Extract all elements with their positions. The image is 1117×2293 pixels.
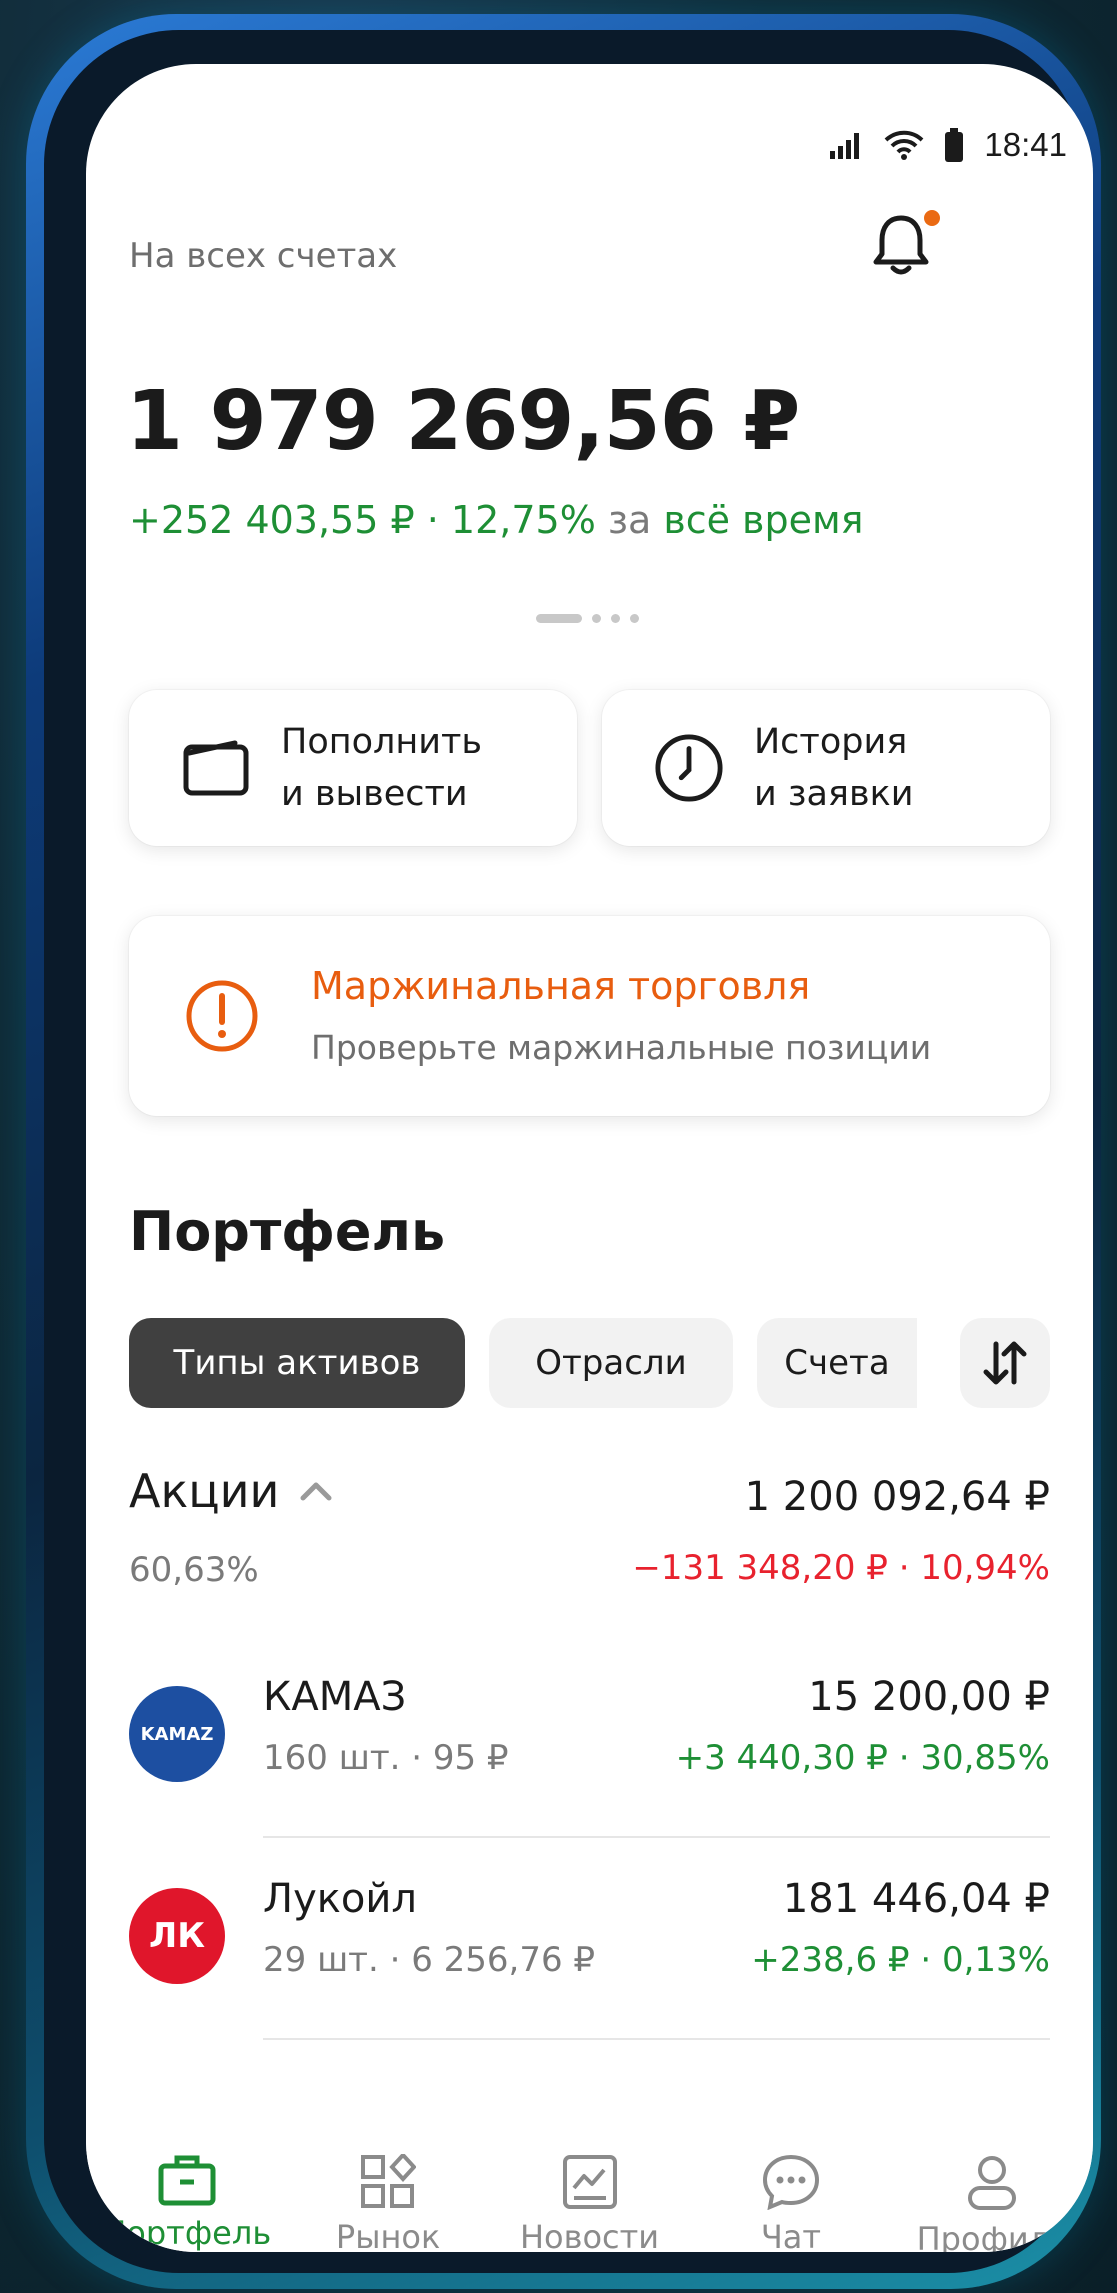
portfolio-filter-chips: Типы активов Отрасли Счета [129, 1318, 917, 1408]
grid-icon [357, 2154, 419, 2210]
signal-icon [830, 133, 860, 159]
margin-alert-title: Маржинальная торговля [311, 964, 811, 1008]
status-time: 18:41 [984, 126, 1067, 163]
sort-icon [983, 1341, 1027, 1385]
asset-row[interactable]: KAMAZ КАМАЗ 160 шт. · 95 ₽ 15 200,00 ₽ +… [129, 1674, 1050, 1838]
period-prefix: за [607, 498, 652, 542]
group-change: −131 348,20 ₽ · 10,94% [632, 1548, 1050, 1588]
sort-button[interactable] [960, 1318, 1050, 1408]
total-change-value: +252 403,55 ₽ · 12,75% [129, 498, 596, 542]
group-percent: 60,63% [129, 1550, 259, 1590]
row-divider [263, 1836, 1050, 1838]
profile-icon [961, 2154, 1023, 2212]
row-divider [263, 2038, 1050, 2040]
asset-quantity: 29 шт. · 6 256,76 ₽ [263, 1940, 596, 1980]
portfolio-title: Портфель [129, 1200, 446, 1263]
asset-quantity: 160 шт. · 95 ₽ [263, 1738, 509, 1778]
briefcase-icon [156, 2154, 218, 2206]
wifi-icon [885, 130, 924, 160]
asset-change: +238,6 ₽ · 0,13% [751, 1940, 1050, 1980]
page-indicator [536, 614, 639, 623]
tab-label: Профиль [916, 2220, 1069, 2252]
group-total: 1 200 092,64 ₽ [744, 1474, 1050, 1520]
history-orders-button[interactable]: История и заявки [602, 690, 1050, 846]
wallet-icon [181, 733, 251, 803]
bottom-tab-bar: Портфель Рынок Новости Чат Профиль [86, 2094, 1093, 2252]
tab-profile[interactable]: Профиль [892, 2094, 1093, 2252]
page-indicator-active [536, 614, 582, 623]
total-balance: 1 979 269,56 ₽ [126, 374, 800, 469]
history-label-line2: и заявки [754, 774, 914, 814]
asset-value: 15 200,00 ₽ [808, 1674, 1050, 1720]
chat-icon [760, 2154, 822, 2210]
asset-name: Лукойл [263, 1876, 417, 1922]
status-bar: 18:41 [830, 126, 1067, 164]
tab-label: Новости [519, 2218, 660, 2252]
lukoil-logo-text: ЛК [148, 1916, 206, 1956]
deposit-withdraw-button[interactable]: Пополнить и вывести [129, 690, 577, 846]
tab-portfolio[interactable]: Портфель [86, 2094, 287, 2252]
warning-icon [186, 980, 258, 1052]
page-indicator-dot [630, 614, 639, 623]
period-selector[interactable]: всё время [663, 498, 863, 542]
asset-group-stocks[interactable]: Акции [129, 1464, 333, 1518]
margin-trading-alert[interactable]: Маржинальная торговля Проверьте маржинал… [129, 916, 1050, 1116]
app-screen: 18:41 На всех счетах 1 979 269,56 ₽ +252… [86, 64, 1093, 2252]
tab-label: Чат [760, 2218, 822, 2252]
deposit-label-line1: Пополнить [281, 722, 483, 762]
chip-industries[interactable]: Отрасли [489, 1318, 733, 1408]
group-name: Акции [129, 1464, 280, 1518]
tab-chat[interactable]: Чат [690, 2094, 891, 2252]
history-label-line1: История [754, 722, 908, 762]
tab-news[interactable]: Новости [489, 2094, 690, 2252]
clock-icon [654, 733, 724, 803]
bell-icon[interactable] [872, 214, 930, 278]
kamaz-logo-text: KAMAZ [140, 1723, 214, 1745]
page-indicator-dot [611, 614, 620, 623]
chip-accounts[interactable]: Счета [757, 1318, 917, 1408]
deposit-label-line2: и вывести [281, 774, 468, 814]
asset-value: 181 446,04 ₽ [782, 1876, 1050, 1922]
accounts-label[interactable]: На всех счетах [129, 236, 397, 276]
lukoil-logo: ЛК [129, 1888, 225, 1984]
asset-name: КАМАЗ [263, 1674, 407, 1720]
news-icon [559, 2154, 621, 2210]
notification-badge [924, 210, 940, 226]
battery-icon [945, 128, 964, 162]
kamaz-logo: KAMAZ [129, 1686, 225, 1782]
total-change[interactable]: +252 403,55 ₽ · 12,75% за всё время [129, 498, 863, 542]
page-indicator-dot [592, 614, 601, 623]
chip-asset-types[interactable]: Типы активов [129, 1318, 465, 1408]
chevron-up-icon [300, 1482, 332, 1501]
asset-change: +3 440,30 ₽ · 30,85% [675, 1738, 1050, 1778]
margin-alert-subtitle: Проверьте маржинальные позиции [311, 1028, 932, 1067]
tab-label: Рынок [335, 2218, 441, 2252]
tab-label: Портфель [102, 2214, 272, 2252]
tab-market[interactable]: Рынок [287, 2094, 488, 2252]
asset-row[interactable]: ЛК Лукойл 29 шт. · 6 256,76 ₽ 181 446,04… [129, 1876, 1050, 2040]
